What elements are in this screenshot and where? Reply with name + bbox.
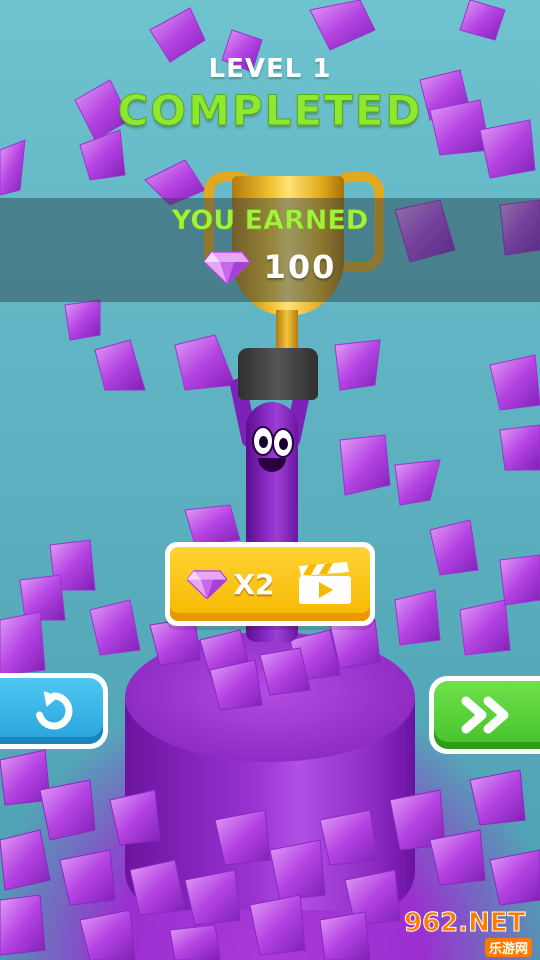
gem-shape bbox=[469, 769, 526, 826]
level-label: LEVEL 1 bbox=[208, 54, 332, 84]
gem-shape bbox=[329, 619, 381, 669]
gem-shape bbox=[129, 859, 186, 916]
gem-icon bbox=[203, 251, 250, 284]
character-eye-right bbox=[272, 428, 294, 458]
character-eye-left bbox=[252, 426, 274, 456]
completed-title: COMPLETED bbox=[117, 86, 423, 136]
gem-shape bbox=[319, 809, 379, 866]
gem-shape bbox=[269, 839, 326, 901]
game-scene bbox=[0, 0, 540, 960]
restart-arrow-icon bbox=[36, 691, 73, 730]
gem-shape bbox=[319, 911, 371, 960]
gem-icon bbox=[187, 570, 228, 599]
next-button-face[interactable] bbox=[434, 681, 540, 749]
next-level-button[interactable] bbox=[429, 676, 540, 754]
earned-label: YOU EARNED bbox=[171, 205, 369, 237]
gem-shape bbox=[0, 894, 46, 956]
watermark-main: 962.NET bbox=[403, 908, 526, 939]
earned-amount: 100 bbox=[263, 248, 337, 286]
gem-shape bbox=[489, 849, 540, 906]
watermark-sub: 乐游网 bbox=[484, 938, 532, 957]
double-chevron-right-icon bbox=[461, 696, 509, 734]
earned-amount-row: 100 bbox=[0, 248, 540, 286]
restart-button-face[interactable] bbox=[0, 678, 103, 744]
gem-shape bbox=[169, 924, 221, 960]
trophy-stem bbox=[276, 310, 298, 350]
gem-shape bbox=[39, 779, 96, 841]
watch-ad-x2-button[interactable]: X2 bbox=[165, 542, 375, 626]
gem-shape bbox=[109, 789, 161, 846]
gem-shape bbox=[59, 849, 116, 906]
gem-shape bbox=[249, 894, 306, 956]
gem-shape bbox=[79, 909, 136, 960]
restart-button[interactable] bbox=[0, 673, 108, 749]
x2-button-face[interactable]: X2 bbox=[170, 547, 370, 621]
gem-shape bbox=[184, 869, 241, 926]
site-watermark: 962.NET 乐游网 bbox=[403, 908, 536, 957]
gem-shape bbox=[214, 809, 271, 866]
video-clapper-icon bbox=[298, 562, 351, 604]
gem-shape bbox=[0, 829, 51, 891]
gem-shape bbox=[429, 829, 486, 886]
x2-label: X2 bbox=[233, 567, 275, 601]
trophy-base bbox=[238, 348, 318, 400]
